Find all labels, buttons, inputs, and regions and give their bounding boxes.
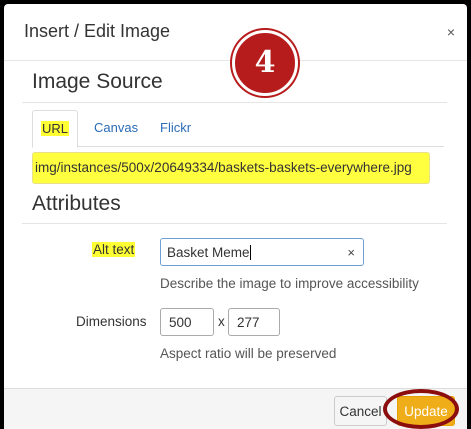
dialog-title: Insert / Edit Image bbox=[24, 21, 171, 41]
tab-canvas[interactable]: Canvas bbox=[94, 110, 138, 146]
alt-text-help: Describe the image to improve accessibil… bbox=[160, 276, 419, 291]
height-input[interactable]: 277 bbox=[228, 308, 280, 336]
source-tabs: URL Canvas Flickr bbox=[32, 110, 444, 148]
aspect-note: Aspect ratio will be preserved bbox=[160, 346, 337, 361]
alt-text-label-text: Alt text bbox=[92, 242, 136, 257]
attributes-divider bbox=[22, 223, 447, 224]
dimension-times: x bbox=[218, 314, 225, 329]
url-input[interactable]: img/instances/500x/20649334/baskets-bask… bbox=[32, 152, 430, 184]
tab-url[interactable]: URL bbox=[32, 110, 78, 148]
alt-text-input[interactable]: Basket Meme × bbox=[160, 238, 364, 266]
image-source-divider bbox=[22, 102, 447, 103]
dimensions-label: Dimensions bbox=[76, 314, 147, 329]
attributes-heading: Attributes bbox=[32, 192, 121, 215]
step-number-badge: 4 bbox=[232, 30, 298, 96]
tab-flickr[interactable]: Flickr bbox=[160, 110, 191, 146]
text-cursor bbox=[249, 245, 251, 260]
close-icon[interactable]: × bbox=[447, 24, 455, 40]
width-input[interactable]: 500 bbox=[160, 308, 214, 336]
update-highlight-ring bbox=[383, 389, 459, 429]
alt-text-label: Alt text bbox=[92, 242, 136, 257]
alt-text-value: Basket Meme bbox=[167, 245, 250, 260]
clear-icon[interactable]: × bbox=[347, 239, 355, 267]
tab-url-label: URL bbox=[40, 121, 69, 136]
image-source-heading: Image Source bbox=[32, 70, 163, 93]
cancel-button[interactable]: Cancel bbox=[334, 396, 387, 426]
